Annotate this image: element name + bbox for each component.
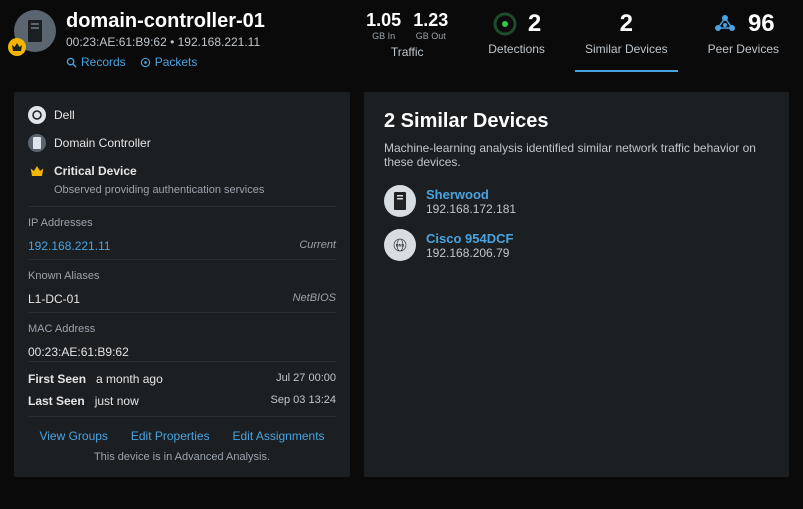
vendor-label: Dell <box>54 108 75 122</box>
metric-similar-devices[interactable]: 2 Similar Devices <box>575 10 678 72</box>
metric-traffic[interactable]: 1.05GB In 1.23GB Out Traffic <box>356 10 458 75</box>
role-icon <box>28 134 46 152</box>
records-label: Records <box>81 55 126 69</box>
similar-device-ip: 192.168.206.79 <box>426 246 513 260</box>
server-icon <box>384 185 416 217</box>
similar-device-name: Sherwood <box>426 187 516 202</box>
alias-section-label: Known Aliases <box>28 270 336 282</box>
traffic-out-unit: GB Out <box>416 31 446 41</box>
similar-panel-title: 2 Similar Devices <box>384 110 769 133</box>
similar-device-name: Cisco 954DCF <box>426 231 513 246</box>
peer-value: 96 <box>748 10 775 38</box>
last-seen-value: just now <box>95 394 139 408</box>
similar-panel-desc: Machine-learning analysis identified sim… <box>384 141 769 169</box>
critical-desc: Observed providing authentication servic… <box>54 184 336 196</box>
ip-address-link[interactable]: 192.168.221.11 <box>28 239 111 253</box>
packets-label: Packets <box>155 55 198 69</box>
edit-assignments-link[interactable]: Edit Assignments <box>232 429 324 443</box>
similar-device-row[interactable]: Sherwood 192.168.172.181 <box>384 185 769 217</box>
edit-properties-link[interactable]: Edit Properties <box>131 429 210 443</box>
crown-icon <box>28 162 46 180</box>
analysis-footnote: This device is in Advanced Analysis. <box>28 451 336 463</box>
search-icon <box>66 57 77 68</box>
peer-label: Peer Devices <box>708 42 779 56</box>
traffic-in-value: 1.05 <box>366 10 401 31</box>
device-name: domain-controller-01 <box>66 10 265 33</box>
critical-crown-badge <box>8 38 26 56</box>
ip-section-label: IP Addresses <box>28 217 336 229</box>
device-subtitle: 00:23:AE:61:B9:62 • 192.168.221.11 <box>66 35 265 49</box>
packets-link[interactable]: Packets <box>140 55 198 69</box>
metric-detections[interactable]: 2 Detections <box>478 10 555 72</box>
similar-devices-panel: 2 Similar Devices Machine-learning analy… <box>364 92 789 477</box>
similar-value: 2 <box>620 10 633 38</box>
traffic-label: Traffic <box>391 45 424 59</box>
similar-device-ip: 192.168.172.181 <box>426 202 516 216</box>
mac-section-label: MAC Address <box>28 323 336 335</box>
detections-label: Detections <box>488 42 545 56</box>
detections-icon <box>492 11 518 37</box>
dns-icon: DNS <box>384 229 416 261</box>
mac-value: 00:23:AE:61:B9:62 <box>28 345 336 359</box>
traffic-in-unit: GB In <box>372 31 395 41</box>
traffic-out-value: 1.23 <box>413 10 448 31</box>
role-label: Domain Controller <box>54 136 151 150</box>
svg-text:DNS: DNS <box>396 243 405 248</box>
device-avatar <box>14 10 56 52</box>
target-icon <box>140 57 151 68</box>
peer-icon <box>712 11 738 37</box>
ip-tag: Current <box>299 239 336 253</box>
last-seen-ts: Sep 03 13:24 <box>271 394 336 408</box>
similar-device-row[interactable]: DNS Cisco 954DCF 192.168.206.79 <box>384 229 769 261</box>
first-seen-ts: Jul 27 00:00 <box>276 372 336 386</box>
alias-value: L1-DC-01 <box>28 292 80 306</box>
critical-label: Critical Device <box>54 164 137 178</box>
records-link[interactable]: Records <box>66 55 126 69</box>
server-icon <box>25 18 45 44</box>
detections-value: 2 <box>528 10 541 38</box>
first-seen-label: First Seen <box>28 372 86 386</box>
last-seen-label: Last Seen <box>28 394 85 408</box>
similar-label: Similar Devices <box>585 42 668 56</box>
metric-peer-devices[interactable]: 96 Peer Devices <box>698 10 789 72</box>
device-details-panel: Dell Domain Controller Critical Device O… <box>14 92 350 477</box>
first-seen-value: a month ago <box>96 372 163 386</box>
vendor-icon <box>28 106 46 124</box>
alias-tag: NetBIOS <box>293 292 336 306</box>
view-groups-link[interactable]: View Groups <box>39 429 107 443</box>
